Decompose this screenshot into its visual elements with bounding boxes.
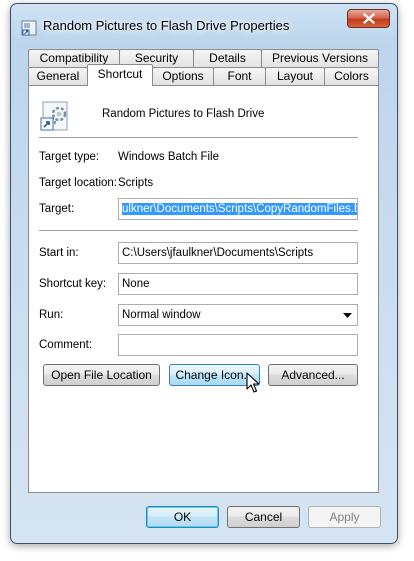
chevron-down-icon[interactable] [337,305,357,325]
tab-details[interactable]: Details [193,49,262,67]
comment-label: Comment: [39,339,93,351]
shortcut-key-label: Shortcut key: [39,278,107,290]
target-input[interactable]: ulkner\Documents\Scripts\CopyRandomFiles… [118,198,358,220]
tab-colors[interactable]: Colors [324,67,379,85]
shortcut-properties-icon [21,20,37,36]
close-icon [362,13,375,24]
tab-general[interactable]: General [28,67,88,85]
close-button[interactable] [347,9,390,28]
target-label: Target: [39,203,75,215]
tab-layout[interactable]: Layout [265,67,325,85]
target-location-value: Scripts [118,177,154,189]
run-select[interactable]: Normal window [118,304,358,326]
open-file-location-button[interactable]: Open File Location [43,364,160,386]
divider [39,137,358,138]
run-label: Run: [39,309,64,321]
title-bar[interactable]: Random Pictures to Flash Drive Propertie… [11,4,397,44]
shortcut-key-input[interactable]: None [118,273,358,295]
cancel-button[interactable]: Cancel [227,506,300,528]
target-value: ulkner\Documents\Scripts\CopyRandomFiles… [122,203,357,215]
start-in-label: Start in: [39,247,79,259]
target-location-label: Target location: [39,177,117,189]
mouse-pointer-icon [246,372,260,394]
apply-button[interactable]: Apply [308,506,381,528]
tab-shortcut[interactable]: Shortcut [87,64,153,86]
tab-previous-versions[interactable]: Previous Versions [261,49,379,67]
target-type-value: Windows Batch File [118,151,219,163]
advanced-button[interactable]: Advanced... [268,364,358,386]
tab-options[interactable]: Options [152,67,214,85]
batch-file-shortcut-icon [39,100,71,132]
comment-input[interactable] [118,334,358,356]
divider [39,230,358,231]
run-value: Normal window [122,309,201,321]
start-in-input[interactable]: C:\Users\jfaulkner\Documents\Scripts [118,242,358,264]
shortcut-panel: Random Pictures to Flash Drive Target ty… [28,85,379,493]
target-type-label: Target type: [39,151,100,163]
window-title: Random Pictures to Flash Drive Propertie… [43,18,290,33]
tab-font[interactable]: Font [213,67,266,85]
ok-button[interactable]: OK [146,506,219,528]
shortcut-name: Random Pictures to Flash Drive [102,108,265,120]
